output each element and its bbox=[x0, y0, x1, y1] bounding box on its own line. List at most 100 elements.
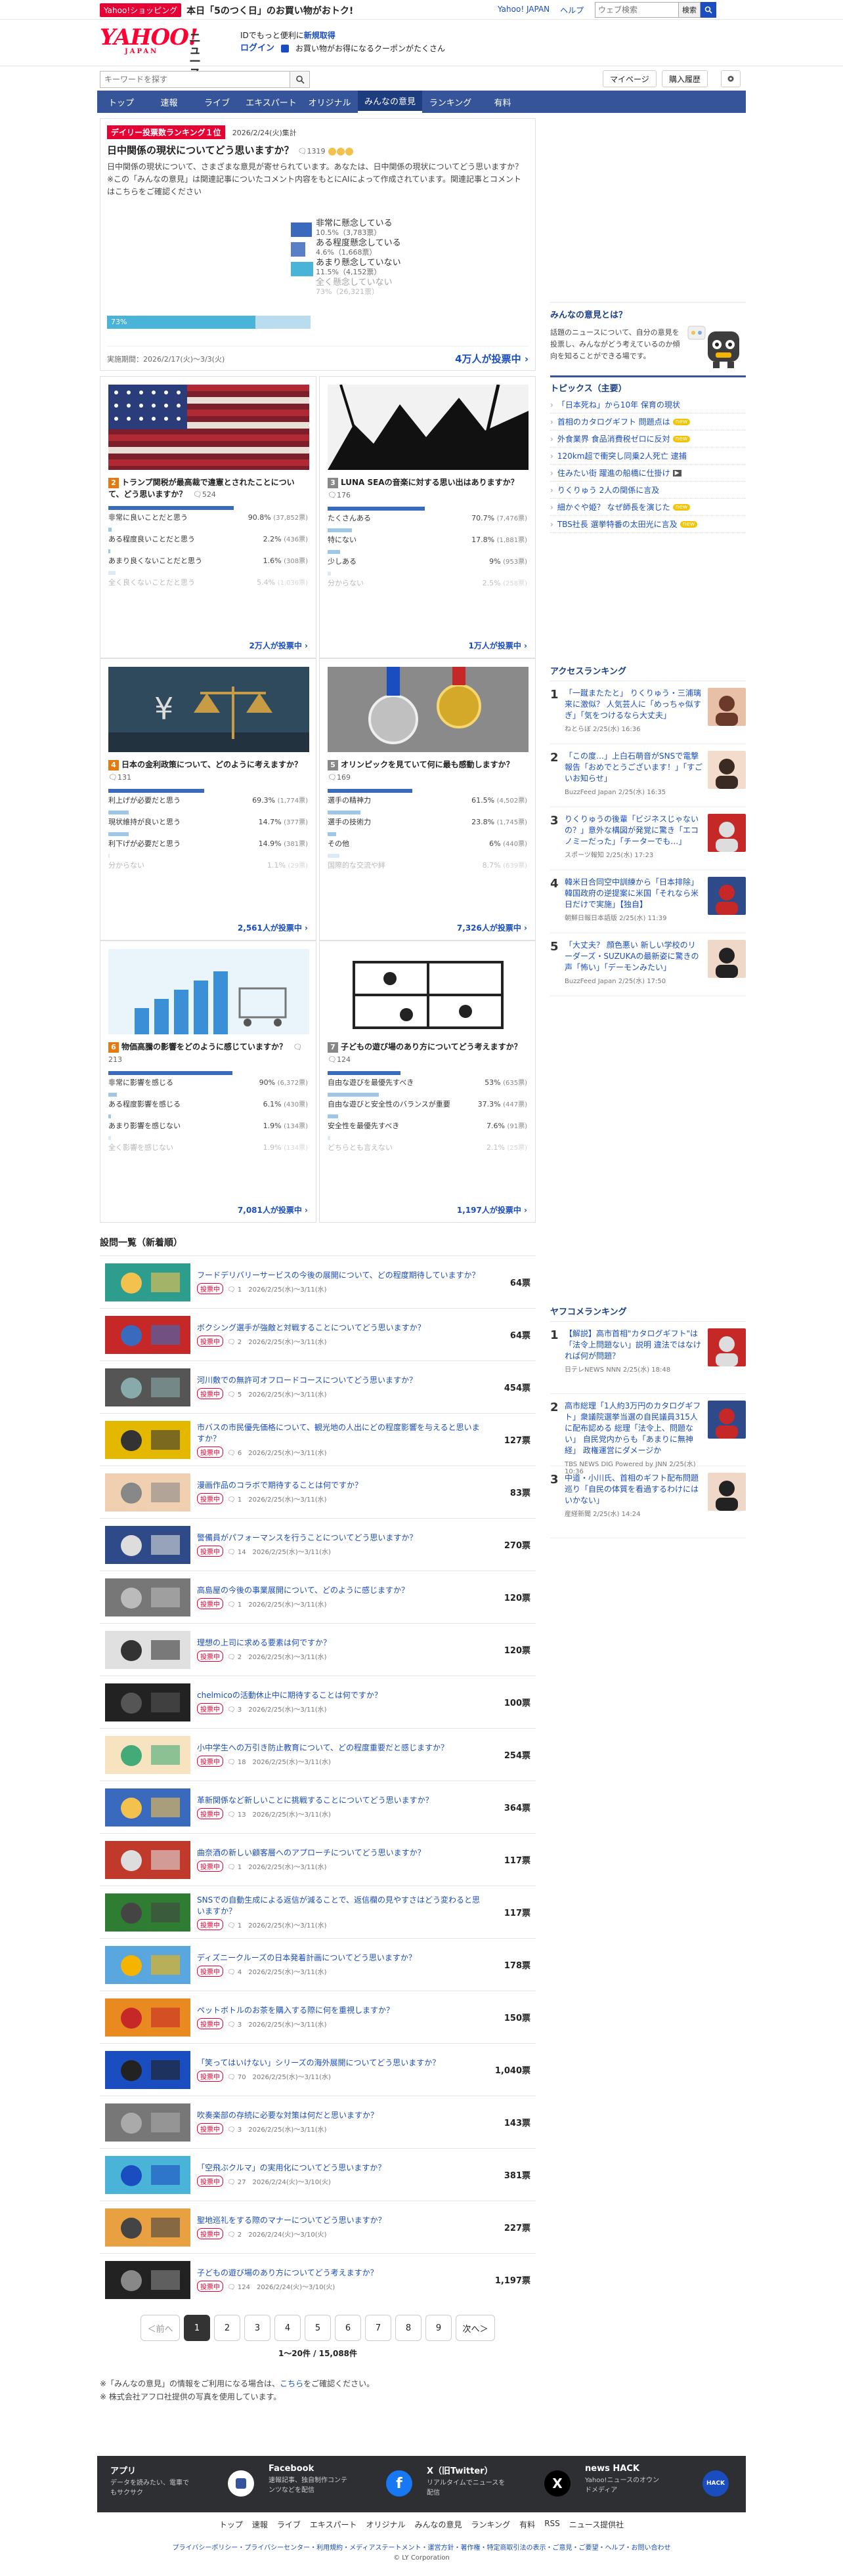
list-item[interactable]: 高島屋の今後の事業展開について、どのように感じますか？ 投票中 🗨 1 2026/2… bbox=[100, 1571, 536, 1623]
list-item[interactable]: ボクシング選手が強敵と対戦することについてどう思いますか？ 投票中 🗨 2 2026… bbox=[100, 1308, 536, 1361]
poll-card-title[interactable]: 3 LUNA SEAの音楽に対する思い出はありますか？ 🗨176 bbox=[328, 476, 527, 501]
poll-card-title[interactable]: 6 物価高騰の影響をどのように感じていますか？ 🗨213 bbox=[108, 1041, 308, 1066]
nav-live[interactable]: ライブ bbox=[193, 91, 241, 113]
page-6[interactable]: 6 bbox=[335, 2315, 361, 2341]
ranking-item[interactable]: 1 【解説】高市首相"カタログギフト"は「法令上問題ない」説明 違法ではなければ何… bbox=[550, 1322, 746, 1394]
featured-title[interactable]: 日中関係の現状についてどう思いますか？ 🗨1319 bbox=[107, 143, 529, 157]
list-item[interactable]: 曲奈酒の新しい顧客層へのアプローチについてどう思いますか？ 投票中 🗨 1 2026… bbox=[100, 1833, 536, 1886]
footer-nav-item[interactable]: ニュース提供社 bbox=[569, 2519, 624, 2530]
poll-vote-link[interactable]: 1万人が投票中 › bbox=[469, 640, 527, 651]
list-item[interactable]: ディズニークルーズの日本発着計画についてどう思いますか？ 投票中 🗨 4 2026/… bbox=[100, 1938, 536, 1991]
web-search-button[interactable] bbox=[701, 2, 716, 18]
shopping-promo[interactable]: Yahoo!ショッピング 本日「5のつく日」のお買い物がおトク! bbox=[100, 3, 353, 17]
topic-item[interactable]: 「日本死ね」から10年 保育の現状 bbox=[550, 396, 746, 413]
yahoo-japan-link[interactable]: Yahoo! JAPAN bbox=[498, 5, 550, 16]
ranking-title[interactable]: 中道・小川氏、首相のギフト配布問題巡り「自民の体質を看過するわけにはいかない」 bbox=[565, 1473, 702, 1506]
poll-card[interactable]: 7 子どもの遊び場のあり方についてどう考えますか？ 🗨124 自由な遊びを最優先すべ… bbox=[319, 940, 536, 1223]
list-item[interactable]: ペットボトルのお茶を購入する際に何を重視しますか？ 投票中 🗨 3 2026/2/2… bbox=[100, 1991, 536, 2043]
nav-paid[interactable]: 有料 bbox=[479, 91, 527, 113]
ranking-title[interactable]: 【解説】高市首相"カタログギフト"は「法令上問題ない」説明 違法ではなければ何が… bbox=[565, 1328, 702, 1362]
page-8[interactable]: 8 bbox=[395, 2315, 422, 2341]
list-item[interactable]: 「空飛ぶクルマ」の実用化についてどう思いますか？ 投票中 🗨 27 2026/2/2… bbox=[100, 2148, 536, 2201]
topic-item[interactable]: 外食業界 食品消費税ゼロに反対new bbox=[550, 431, 746, 448]
list-item-question[interactable]: 聖地巡礼をする際のマナーについてどう思いますか？ bbox=[197, 2215, 485, 2226]
footer-nav-item[interactable]: ライブ bbox=[277, 2519, 301, 2530]
ranking-item[interactable]: 2 高市総理「1人約3万円のカタログギフト」衆議院選挙当選の自民議員315人に配布… bbox=[550, 1394, 746, 1475]
poll-vote-link[interactable]: 2,561人が投票中 › bbox=[238, 922, 308, 933]
footer-nav-item[interactable]: 有料 bbox=[519, 2519, 535, 2530]
ranking-item[interactable]: 1 「一蹴またたと」 りくりゅう・三浦璃来に激似？ 人気芸人に「めっちゃ似すぎ」「… bbox=[550, 681, 746, 744]
register-link[interactable]: 新規取得 bbox=[304, 31, 335, 40]
footer-newshack[interactable]: news HACK Yahoo!ニュースのオウンドメディア HACK bbox=[585, 2464, 733, 2504]
list-item-question[interactable]: 革新関係など新しいことに挑戦することについてどう思いますか？ bbox=[197, 1795, 485, 1806]
footer-nav-item[interactable]: ランキング bbox=[471, 2519, 511, 2530]
list-item[interactable]: 河川敷での無許可オフロードコースについてどう思いますか？ 投票中 🗨 5 2026/… bbox=[100, 1361, 536, 1413]
list-item-question[interactable]: 高島屋の今後の事業展開について、どのように感じますか？ bbox=[197, 1585, 485, 1596]
list-item[interactable]: 子どもの遊び場のあり方についてどう考えますか？ 投票中 🗨 124 2026/2/2… bbox=[100, 2253, 536, 2306]
list-item-question[interactable]: 吹奏楽部の存続に必要な対策は何だと思いますか？ bbox=[197, 2110, 485, 2121]
footer-facebook[interactable]: Facebook 速報記事、独自制作コンテンツなどを配信 f bbox=[269, 2464, 416, 2504]
footer-x[interactable]: X（旧Twitter） リアルタイムでニュースを配信 X bbox=[427, 2464, 574, 2504]
topic-item[interactable]: TBS社長 選挙特番の太田光に言及new bbox=[550, 516, 746, 533]
list-item[interactable]: 市バスの市民優先価格について、観光地の人出にどの程度影響を与えると思いますか？投… bbox=[100, 1413, 536, 1466]
list-item[interactable]: 警備員がパフォーマンスを行うことについてどう思いますか？ 投票中 🗨 14 2026… bbox=[100, 1518, 536, 1571]
poll-card-title[interactable]: 5 オリンピックを見ていて何に最も感動しますか？ 🗨169 bbox=[328, 759, 527, 784]
poll-vote-link[interactable]: 7,326人が投票中 › bbox=[457, 922, 527, 933]
topic-item[interactable]: りくりゅう 2人の関係に言及 bbox=[550, 482, 746, 499]
page-5[interactable]: 5 bbox=[305, 2315, 331, 2341]
list-item-question[interactable]: 子どもの遊び場のあり方についてどう考えますか？ bbox=[197, 2268, 485, 2279]
coupon-text[interactable]: お買い物がお得になるクーポンがたくさん bbox=[295, 42, 445, 55]
poll-card[interactable]: ¥4 日本の金利政策について、どのように考えますか？ 🗨131 利上げが必要だと思う… bbox=[100, 658, 316, 940]
nav-expert[interactable]: エキスパート bbox=[241, 91, 301, 113]
list-item[interactable]: 聖地巡礼をする際のマナーについてどう思いますか？ 投票中 🗨 2 2026/2/24… bbox=[100, 2201, 536, 2253]
mypage-button[interactable]: マイページ bbox=[603, 70, 657, 87]
nav-ranking[interactable]: ランキング bbox=[422, 91, 479, 113]
ranking-title[interactable]: 「大丈夫？ 顔色悪い 新しい学校のリーダーズ・SUZUKAの最新姿に驚きの声「怖… bbox=[565, 940, 702, 973]
poll-card[interactable]: 5 オリンピックを見ていて何に最も感動しますか？ 🗨169 選手の精神力 61.5% … bbox=[319, 658, 536, 940]
topic-item[interactable]: 首相のカタログギフト 問題点はnew bbox=[550, 413, 746, 431]
list-item-question[interactable]: 警備員がパフォーマンスを行うことについてどう思いますか？ bbox=[197, 1532, 485, 1544]
list-item-question[interactable]: 曲奈酒の新しい顧客層へのアプローチについてどう思いますか？ bbox=[197, 1848, 485, 1859]
footer-app[interactable]: アプリ データを読みたい、電車でもサクサク bbox=[110, 2464, 258, 2504]
poll-card[interactable]: 6 物価高騰の影響をどのように感じていますか？ 🗨213 非常に影響を感じる 90% … bbox=[100, 940, 316, 1223]
list-item-question[interactable]: 市バスの市民優先価格について、観光地の人出にどの程度影響を与えると思いますか？ bbox=[197, 1422, 485, 1445]
list-item[interactable]: SNSでの自動生成による返信が減ることで、返信欄の見やすさはどう変わると思います… bbox=[100, 1886, 536, 1938]
news-search-button[interactable] bbox=[290, 71, 310, 88]
list-item-question[interactable]: 「空飛ぶクルマ」の実用化についてどう思いますか？ bbox=[197, 2163, 485, 2174]
list-item[interactable]: 小中学生への万引き防止教育について、どの程度重要だと感じますか？ 投票中 🗨 18 … bbox=[100, 1728, 536, 1781]
login-link[interactable]: ログイン bbox=[240, 42, 274, 55]
list-item[interactable]: 漫画作品のコラボで期待することは何ですか？ 投票中 🗨 1 2026/2/25(水)… bbox=[100, 1466, 536, 1518]
ranking-item[interactable]: 3 りくりゅうの後輩「ビジネスじゃないの？」意外な構図が発覚に驚き「エコノミーだっ… bbox=[550, 807, 746, 870]
poll-card-title[interactable]: 2 トランプ関税が最高裁で違憲とされたことについて、どう思いますか？ 🗨524 bbox=[108, 476, 308, 501]
footer-nav-item[interactable]: トップ bbox=[219, 2519, 243, 2530]
yahoo-news-logo[interactable]: YAHOO! JAPAN ニュース bbox=[100, 26, 201, 80]
nav-top[interactable]: トップ bbox=[97, 91, 145, 113]
list-item-question[interactable]: 漫画作品のコラボで期待することは何ですか？ bbox=[197, 1480, 485, 1491]
ranking-title[interactable]: 「一蹴またたと」 りくりゅう・三浦璃来に激似？ 人気芸人に「めっちゃ似すぎ」「気… bbox=[565, 688, 702, 721]
poll-card[interactable]: 2 トランプ関税が最高裁で違憲とされたことについて、どう思いますか？ 🗨524 非常… bbox=[100, 376, 316, 658]
nav-breaking[interactable]: 速報 bbox=[145, 91, 193, 113]
list-item[interactable]: 吹奏楽部の存続に必要な対策は何だと思いますか？ 投票中 🗨 3 2026/2/25(… bbox=[100, 2096, 536, 2148]
prev-page-button[interactable]: ＜前へ bbox=[140, 2315, 180, 2341]
footer-nav-item[interactable]: オリジナル bbox=[366, 2519, 406, 2530]
list-item-question[interactable]: 河川敷での無許可オフロードコースについてどう思いますか？ bbox=[197, 1375, 485, 1386]
promo-text[interactable]: 本日「5のつく日」のお買い物がおトク! bbox=[186, 4, 353, 17]
list-item-question[interactable]: 理想の上司に求める要素は何ですか？ bbox=[197, 1637, 485, 1649]
ranking-title[interactable]: 高市総理「1人約3万円のカタログギフト」衆議院選挙当選の自民議員315人に配布認… bbox=[565, 1401, 702, 1456]
poll-card[interactable]: 3 LUNA SEAの音楽に対する思い出はありますか？ 🗨176 たくさんある 70.… bbox=[319, 376, 536, 658]
list-item[interactable]: 理想の上司に求める要素は何ですか？ 投票中 🗨 2 2026/2/25(水)〜3/1… bbox=[100, 1623, 536, 1676]
ranking-title[interactable]: りくりゅうの後輩「ビジネスじゃないの？」意外な構図が発覚に驚き「エコノミーだった… bbox=[565, 814, 702, 847]
poll-vote-link[interactable]: 2万人が投票中 › bbox=[249, 640, 308, 651]
list-item-question[interactable]: ボクシング選手が強敵と対戦することについてどう思いますか？ bbox=[197, 1322, 485, 1334]
list-item-question[interactable]: ディズニークルーズの日本発着計画についてどう思いますか？ bbox=[197, 1953, 485, 1964]
list-item-question[interactable]: フードデリバリーサービスの今後の展開について、どの程度期待していますか？ bbox=[197, 1270, 485, 1281]
ranking-title[interactable]: 韓米日合同空中訓練から「日本排除」 韓国政府の逆提案に米国「それなら米日だけで実… bbox=[565, 877, 702, 910]
ranking-item[interactable]: 5 「大丈夫？ 顔色悪い 新しい学校のリーダーズ・SUZUKAの最新姿に驚きの声「… bbox=[550, 933, 746, 996]
footer-nav-item[interactable]: みんなの意見 bbox=[415, 2519, 462, 2530]
help-link[interactable]: ヘルプ bbox=[560, 5, 584, 16]
list-item-question[interactable]: 小中学生への万引き防止教育について、どの程度重要だと感じますか？ bbox=[197, 1742, 485, 1754]
history-button[interactable]: 購入履歴 bbox=[662, 70, 708, 87]
featured-vote-link[interactable]: 4万人が投票中 › bbox=[455, 352, 529, 366]
nav-minna[interactable]: みんなの意見 bbox=[358, 91, 422, 113]
ranking-item[interactable]: 4 韓米日合同空中訓練から「日本排除」 韓国政府の逆提案に米国「それなら米日だけで… bbox=[550, 870, 746, 933]
